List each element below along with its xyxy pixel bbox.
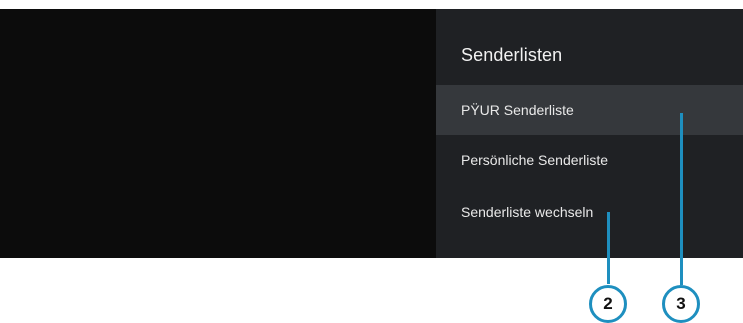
menu-item-personal-channel-list[interactable]: Persönliche Senderliste [436, 135, 743, 185]
video-area [0, 9, 436, 258]
callout-line-3 [680, 113, 683, 285]
callout-marker-2: 2 [589, 285, 627, 323]
callout-marker-3: 3 [662, 285, 700, 323]
menu-item-label: Senderliste wechseln [461, 204, 594, 220]
callout-line-2 [607, 212, 610, 284]
menu-item-label: Persönliche Senderliste [461, 152, 609, 168]
tv-screen: Senderlisten PŸUR Senderliste Persönlich… [0, 9, 743, 258]
menu-item-label: PŸUR Senderliste [461, 102, 574, 118]
menu-item-switch-channel-list[interactable]: Senderliste wechseln [436, 187, 743, 237]
channel-list-panel: Senderlisten PŸUR Senderliste Persönlich… [436, 9, 743, 258]
menu-item-pyur-channel-list[interactable]: PŸUR Senderliste [436, 85, 743, 135]
manual-figure: Senderlisten PŸUR Senderliste Persönlich… [0, 0, 743, 323]
panel-title: Senderlisten [461, 45, 563, 65]
